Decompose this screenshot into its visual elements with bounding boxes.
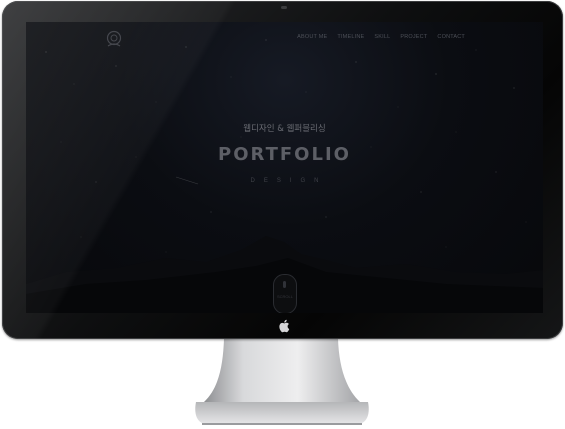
scroll-down-button[interactable]: SCROLL <box>273 274 297 313</box>
hero-title: PORTFOLIO <box>218 144 351 165</box>
nav-item-timeline[interactable]: TIMELINE <box>337 34 364 40</box>
monitor-mockup: ABOUT ME TIMELINE SKILL PROJECT CONTACT … <box>0 0 565 429</box>
scroll-mouse-icon <box>283 281 286 288</box>
main-nav: ABOUT ME TIMELINE SKILL PROJECT CONTACT <box>297 34 465 40</box>
nav-item-about-me[interactable]: ABOUT ME <box>297 34 327 40</box>
hero-subtitle: 웹디자인 & 웹퍼블리싱 <box>243 124 326 134</box>
scroll-label: SCROLL <box>276 294 293 299</box>
monitor-bezel: ABOUT ME TIMELINE SKILL PROJECT CONTACT … <box>2 1 563 339</box>
apple-logo-icon <box>279 319 290 333</box>
nav-item-contact[interactable]: CONTACT <box>437 34 465 40</box>
camera-icon <box>281 6 287 9</box>
hero-tagline: DESIGN <box>250 178 328 184</box>
astronaut-logo-icon[interactable] <box>105 30 123 48</box>
mountain-silhouette <box>26 236 543 313</box>
nav-item-skill[interactable]: SKILL <box>374 34 390 40</box>
nav-item-project[interactable]: PROJECT <box>400 34 427 40</box>
website-screen: ABOUT ME TIMELINE SKILL PROJECT CONTACT … <box>26 22 543 313</box>
